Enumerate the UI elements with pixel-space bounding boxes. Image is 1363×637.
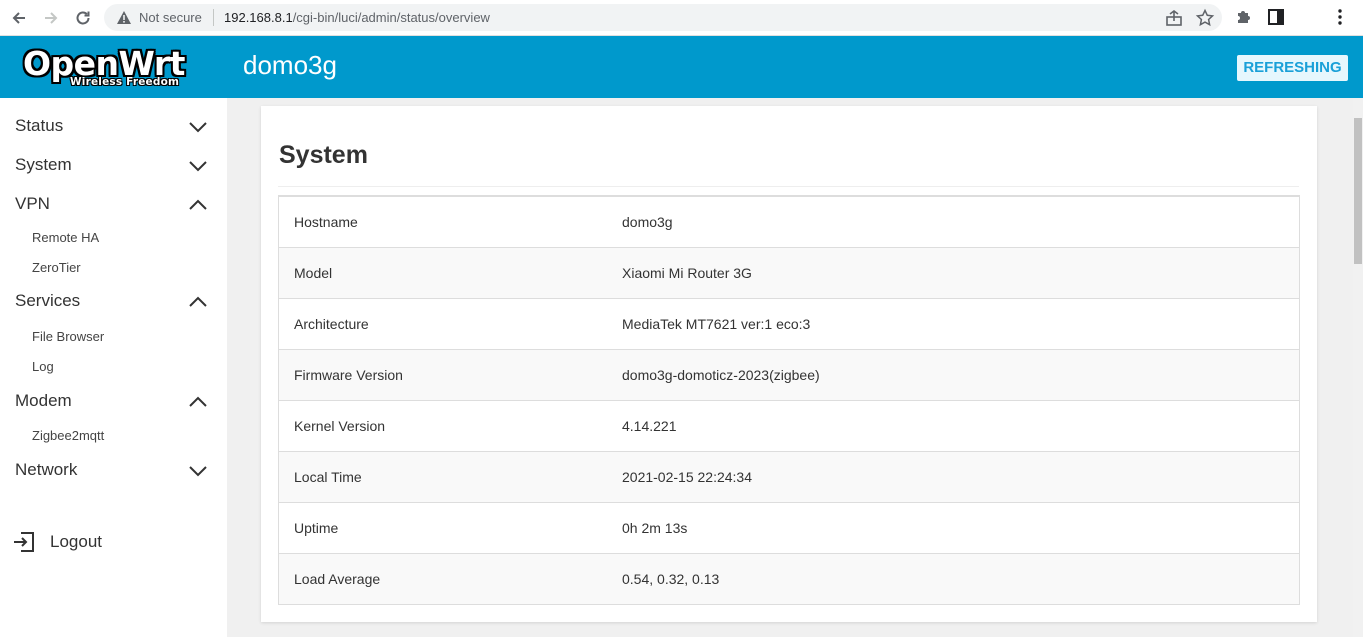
- chevron-up-icon: [189, 396, 207, 407]
- title-divider: [278, 186, 1299, 187]
- sidebar-subitem-file-browser[interactable]: File Browser: [0, 325, 227, 349]
- logout-label: Logout: [50, 532, 102, 551]
- table-row: Uptime 0h 2m 13s: [279, 502, 1299, 553]
- sidebar-item-label: Network: [15, 460, 78, 479]
- system-info-table: Hostname domo3g Model Xiaomi Mi Router 3…: [278, 195, 1300, 605]
- main-content: System Hostname domo3g Model Xiaomi Mi R…: [227, 98, 1353, 637]
- logout-icon: [14, 532, 34, 552]
- table-row: Kernel Version 4.14.221: [279, 400, 1299, 451]
- sidebar-subitem-zigbee2mqtt[interactable]: Zigbee2mqtt: [0, 424, 227, 448]
- row-value: 2021-02-15 22:24:34: [622, 469, 752, 485]
- sidebar-item-status[interactable]: Status: [0, 111, 227, 141]
- reload-icon[interactable]: [72, 7, 94, 29]
- browser-toolbar: Not secure 192.168.8.1/cgi-bin/luci/admi…: [0, 0, 1363, 36]
- row-value: domo3g: [622, 214, 673, 230]
- sidebar-subitem-label: Zigbee2mqtt: [32, 428, 105, 443]
- sidebar-item-system[interactable]: System: [0, 150, 227, 180]
- url-text[interactable]: 192.168.8.1/cgi-bin/luci/admin/status/ov…: [224, 10, 490, 25]
- sidebar-subitem-label: Log: [32, 359, 54, 374]
- chevron-up-icon: [189, 296, 207, 307]
- sidebar-subitem-remote-ha[interactable]: Remote HA: [0, 226, 227, 250]
- row-value: MediaTek MT7621 ver:1 eco:3: [622, 316, 811, 332]
- app-header: OpenWrt Wireless Freedom domo3g REFRESHI…: [0, 36, 1363, 98]
- table-row: Firmware Version domo3g-domoticz-2023(zi…: [279, 349, 1299, 400]
- chevron-down-icon: [189, 122, 207, 133]
- sidebar-item-services[interactable]: Services: [0, 286, 227, 316]
- back-arrow-icon[interactable]: [8, 7, 30, 29]
- system-card: System Hostname domo3g Model Xiaomi Mi R…: [261, 106, 1317, 622]
- warning-triangle-icon[interactable]: [116, 10, 132, 30]
- security-status-label[interactable]: Not secure: [139, 10, 202, 25]
- sidebar-item-network[interactable]: Network: [0, 455, 227, 485]
- row-key: Model: [294, 265, 333, 281]
- address-separator: [213, 9, 214, 26]
- row-value: 0h 2m 13s: [622, 520, 688, 536]
- brand-tagline: Wireless Freedom: [70, 76, 180, 88]
- logout-button[interactable]: Logout: [12, 528, 152, 558]
- row-key: Load Average: [294, 571, 381, 587]
- forward-arrow-icon[interactable]: [40, 7, 62, 29]
- side-panel-icon[interactable]: [1266, 7, 1288, 29]
- sidebar-subitem-label: ZeroTier: [32, 260, 81, 275]
- sidebar-subitem-log[interactable]: Log: [0, 355, 227, 379]
- sidebar-item-vpn[interactable]: VPN: [0, 189, 227, 219]
- bookmark-star-icon[interactable]: [1195, 8, 1215, 28]
- sidebar-item-label: System: [15, 155, 72, 174]
- sidebar-item-label: Status: [15, 116, 64, 135]
- share-icon[interactable]: [1164, 8, 1184, 28]
- row-key: Hostname: [294, 214, 358, 230]
- row-key: Firmware Version: [294, 367, 403, 383]
- browser-menu-icon[interactable]: [1330, 7, 1352, 29]
- chevron-up-icon: [189, 199, 207, 210]
- row-key: Kernel Version: [294, 418, 386, 434]
- url-path: /cgi-bin/luci/admin/status/overview: [292, 10, 490, 25]
- sidebar-subitem-zerotier[interactable]: ZeroTier: [0, 256, 227, 280]
- openwrt-logo[interactable]: OpenWrt Wireless Freedom: [20, 44, 202, 90]
- table-row: Architecture MediaTek MT7621 ver:1 eco:3: [279, 298, 1299, 349]
- row-key: Architecture: [294, 316, 369, 332]
- sidebar-item-modem[interactable]: Modem: [0, 386, 227, 416]
- sidebar-subitem-label: Remote HA: [32, 230, 100, 245]
- sidebar-item-label: Modem: [15, 391, 72, 410]
- row-key: Uptime: [294, 520, 339, 536]
- chevron-down-icon: [189, 161, 207, 172]
- chevron-down-icon: [189, 466, 207, 477]
- address-bar[interactable]: Not secure 192.168.8.1/cgi-bin/luci/admi…: [104, 4, 1222, 31]
- table-row: Model Xiaomi Mi Router 3G: [279, 247, 1299, 298]
- table-row: Load Average 0.54, 0.32, 0.13: [279, 553, 1299, 604]
- table-row: Local Time 2021-02-15 22:24:34: [279, 451, 1299, 502]
- row-value: domo3g-domoticz-2023(zigbee): [622, 367, 820, 383]
- refreshing-toggle[interactable]: REFRESHING: [1237, 55, 1348, 81]
- sidebar-item-label: VPN: [15, 194, 50, 213]
- page-scrollbar[interactable]: [1353, 98, 1363, 637]
- url-host: 192.168.8.1: [224, 10, 293, 25]
- sidebar-item-label: Services: [15, 291, 81, 310]
- scrollbar-thumb[interactable]: [1354, 118, 1362, 264]
- row-value: 0.54, 0.32, 0.13: [622, 571, 720, 587]
- sidebar-subitem-label: File Browser: [32, 329, 105, 344]
- table-row: Hostname domo3g: [279, 197, 1299, 247]
- row-value: Xiaomi Mi Router 3G: [622, 265, 752, 281]
- row-value: 4.14.221: [622, 418, 677, 434]
- extensions-puzzle-icon[interactable]: [1234, 7, 1256, 29]
- sidebar-nav: Status System VPN Remote HA ZeroTier Ser…: [0, 98, 227, 637]
- hostname-title: domo3g: [243, 50, 337, 80]
- section-title: System: [279, 141, 368, 169]
- row-key: Local Time: [294, 469, 362, 485]
